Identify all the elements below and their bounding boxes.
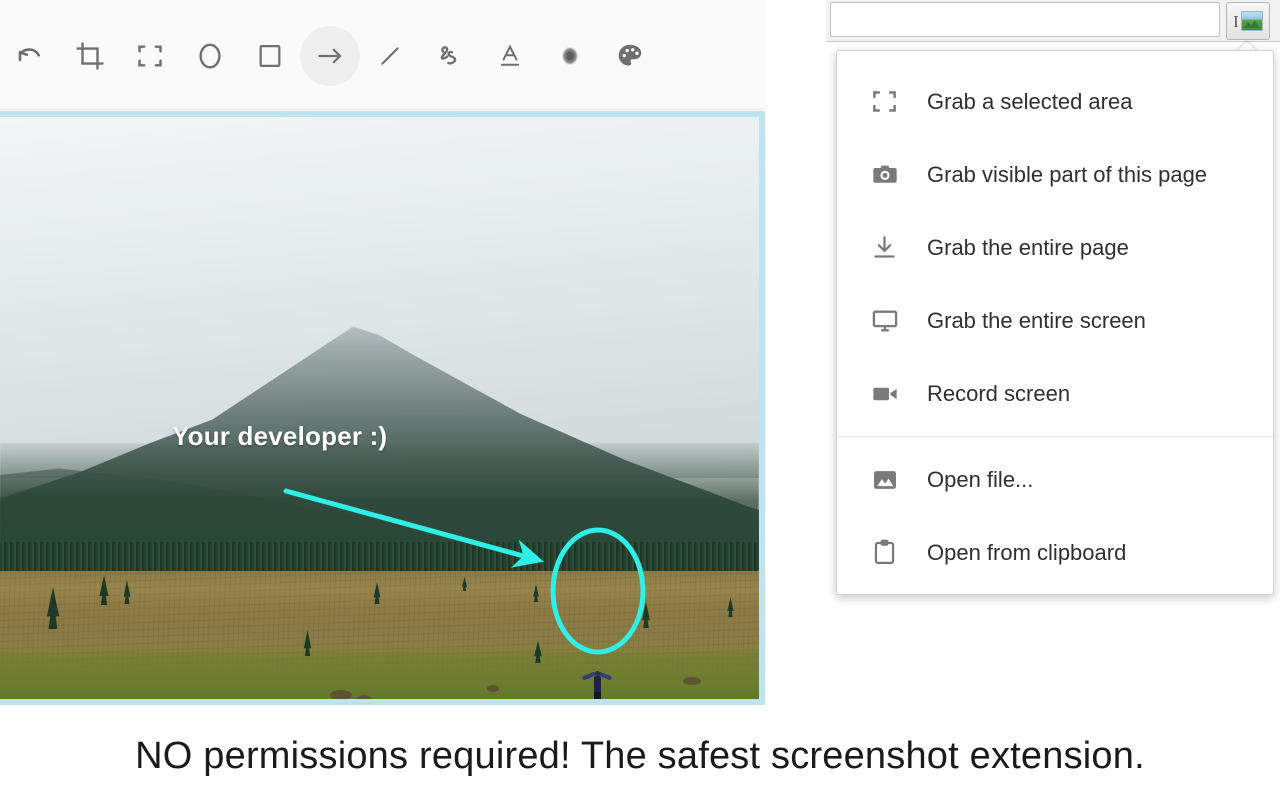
screenshot-extension-icon (1240, 11, 1263, 31)
ellipse-button[interactable] (180, 26, 240, 86)
screenshot-canvas[interactable]: Your developer :) (0, 111, 765, 705)
menu-item-record-screen[interactable]: Record screen (837, 357, 1273, 430)
i-beam-cursor-icon: I (1233, 11, 1239, 31)
monitor-icon (871, 306, 905, 336)
annotation-text: Your developer :) (172, 421, 388, 451)
line-button[interactable] (360, 26, 420, 86)
extension-menu: Grab a selected area Grab visible part o… (836, 50, 1274, 595)
pencil-button[interactable] (420, 26, 480, 86)
download-page-icon (871, 233, 905, 263)
image-file-icon (871, 465, 905, 495)
pencil-icon (435, 41, 465, 71)
screenshot-photo: Your developer :) (0, 117, 759, 699)
browser-toolbar (826, 0, 1280, 42)
text-icon (496, 42, 524, 70)
rectangle-button[interactable] (240, 26, 300, 86)
omnibox-input[interactable] (831, 3, 1219, 36)
screenshot-extension-button[interactable]: I (1226, 2, 1270, 40)
line-icon (376, 42, 404, 70)
annotation-layer (283, 488, 646, 655)
blur-icon (555, 41, 585, 71)
menu-item-label: Grab a selected area (927, 88, 1133, 114)
undo-button[interactable] (0, 26, 60, 86)
palette-icon (615, 41, 645, 71)
annotation-arrow (283, 488, 544, 568)
palette-button[interactable] (600, 26, 660, 86)
menu-item-grab-selected-area[interactable]: Grab a selected area (837, 65, 1273, 138)
undo-icon (15, 41, 45, 71)
text-button[interactable] (480, 26, 540, 86)
crop-icon (75, 41, 105, 71)
clipboard-icon (871, 538, 905, 568)
tagline: NO permissions required! The safest scre… (135, 734, 1145, 777)
omnibox[interactable] (830, 2, 1220, 37)
menu-item-open-from-clipboard[interactable]: Open from clipboard (837, 516, 1273, 589)
menu-separator (837, 436, 1273, 437)
app-root: Your developer :) NO permissions require… (0, 0, 1280, 800)
select-area-button[interactable] (120, 26, 180, 86)
arrow-button[interactable] (300, 26, 360, 86)
annotation-toolbar (0, 0, 765, 110)
ellipse-icon (195, 41, 225, 71)
menu-item-grab-entire-page[interactable]: Grab the entire page (837, 211, 1273, 284)
crop-button[interactable] (60, 26, 120, 86)
menu-item-label: Grab the entire screen (927, 307, 1146, 333)
menu-item-grab-entire-screen[interactable]: Grab the entire screen (837, 284, 1273, 357)
menu-item-label: Grab visible part of this page (927, 161, 1208, 187)
menu-item-open-file[interactable]: Open file... (837, 443, 1273, 516)
menu-item-label: Grab the entire page (927, 234, 1129, 260)
annotation-ellipse (550, 527, 646, 655)
menu-item-grab-visible-part[interactable]: Grab visible part of this page (837, 138, 1273, 211)
arrow-icon (315, 41, 345, 71)
menu-item-label: Record screen (927, 380, 1071, 406)
camera-icon (871, 160, 905, 190)
video-camera-icon (871, 379, 905, 409)
menu-item-label: Open file... (927, 466, 1034, 492)
select-area-icon (871, 87, 905, 117)
menu-item-label: Open from clipboard (927, 539, 1127, 565)
rectangle-icon (256, 42, 284, 70)
annotation-tool-row (0, 22, 740, 90)
blur-button[interactable] (540, 26, 600, 86)
select-area-icon (136, 42, 164, 70)
